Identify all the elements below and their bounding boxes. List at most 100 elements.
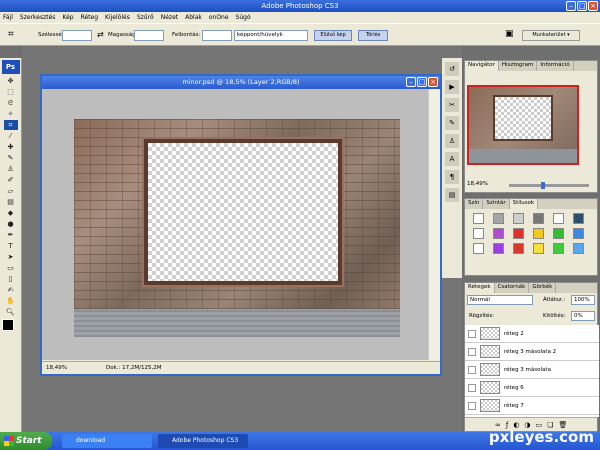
style-swatch[interactable] (573, 243, 584, 254)
dodge-tool-icon[interactable]: ● (4, 219, 18, 229)
style-swatch[interactable] (553, 213, 564, 224)
gradient-tool-icon[interactable]: ▤ (4, 197, 18, 207)
canvas-area[interactable] (42, 89, 428, 360)
navigator-zoom-slider[interactable] (509, 182, 589, 189)
menu-window[interactable]: Ablak (185, 14, 202, 21)
style-swatch[interactable] (493, 243, 504, 254)
brush-tool-icon[interactable]: ✎ (4, 153, 18, 163)
pen-tool-icon[interactable]: ✒ (4, 230, 18, 240)
visibility-icon[interactable] (468, 365, 476, 374)
style-swatch[interactable] (573, 213, 584, 224)
swap-icon[interactable]: ⇄ (97, 30, 104, 39)
tab-histogram[interactable]: Hisztogram (499, 61, 538, 71)
marquee-tool-icon[interactable]: ⬚ (4, 87, 18, 97)
visibility-icon[interactable] (468, 347, 476, 356)
minimize-button[interactable]: – (566, 1, 576, 11)
stamp-tool-icon[interactable]: ♙ (4, 164, 18, 174)
height-field[interactable] (134, 30, 164, 41)
menu-file[interactable]: Fájl (3, 14, 13, 21)
style-swatch[interactable] (533, 213, 544, 224)
vertical-scrollbar[interactable] (428, 89, 440, 360)
style-swatch[interactable] (513, 213, 524, 224)
color-swatches[interactable] (1, 319, 20, 337)
front-image-button[interactable]: Elülső kép (314, 30, 352, 41)
healing-tool-icon[interactable]: ✚ (4, 142, 18, 152)
notes-tool-icon[interactable]: ▯ (4, 274, 18, 284)
menu-layer[interactable]: Réteg (81, 14, 98, 21)
style-swatch[interactable] (533, 228, 544, 239)
tab-color[interactable]: Szín (465, 199, 484, 209)
menu-onone[interactable]: onOne (209, 14, 229, 21)
task-photoshop[interactable]: Adobe Photoshop CS3 (158, 434, 248, 448)
layer-row[interactable]: réteg 6 (465, 379, 599, 397)
layer-comps-icon[interactable]: ▤ (445, 188, 459, 202)
layer-row[interactable]: réteg 2 (465, 325, 599, 343)
style-swatch[interactable] (473, 243, 484, 254)
style-swatch[interactable] (573, 228, 584, 239)
history-icon[interactable]: ↺ (445, 62, 459, 76)
blur-tool-icon[interactable]: ◆ (4, 208, 18, 218)
style-swatch[interactable] (553, 228, 564, 239)
tab-layers[interactable]: Rétegek (465, 283, 495, 293)
menu-image[interactable]: Kép (62, 14, 73, 21)
maximize-button[interactable]: □ (577, 1, 587, 11)
tab-swatches[interactable]: Színtár (483, 199, 510, 209)
visibility-icon[interactable] (468, 329, 476, 338)
lasso-tool-icon[interactable]: ᘓ (4, 98, 18, 108)
close-button[interactable]: × (588, 1, 598, 11)
doc-close-button[interactable]: × (428, 77, 438, 87)
style-swatch[interactable] (493, 213, 504, 224)
navigator-zoom-value[interactable]: 18,49% (467, 181, 488, 187)
zoom-tool-icon[interactable]: 🔍︎ (4, 307, 18, 317)
style-swatch[interactable] (513, 228, 524, 239)
eyedropper-tool-icon[interactable]: ⁄ (4, 131, 18, 141)
tools-presets-icon[interactable]: ✂ (445, 98, 459, 112)
visibility-icon[interactable] (468, 383, 476, 392)
style-swatch[interactable] (533, 243, 544, 254)
brushes-icon[interactable]: ✎ (445, 116, 459, 130)
width-field[interactable] (62, 30, 92, 41)
character-icon[interactable]: A (445, 152, 459, 166)
fill-field[interactable]: 0% (571, 311, 595, 321)
shape-tool-icon[interactable]: ▭ (4, 263, 18, 273)
tab-navigator[interactable]: Navigátor (465, 61, 499, 71)
history-brush-icon[interactable]: ✐ (4, 175, 18, 185)
menu-view[interactable]: Nézet (161, 14, 178, 21)
tab-paths[interactable]: Görbék (529, 283, 557, 293)
clone-source-icon[interactable]: ♙ (445, 134, 459, 148)
style-swatch[interactable] (513, 243, 524, 254)
style-swatch[interactable] (553, 243, 564, 254)
clear-button[interactable]: Törlés (358, 30, 388, 41)
eraser-tool-icon[interactable]: ▱ (4, 186, 18, 196)
layer-row[interactable]: réteg 3 másolata 2 (465, 343, 599, 361)
resolution-field[interactable] (202, 30, 232, 41)
layer-row[interactable]: réteg 3 másolata (465, 361, 599, 379)
blend-mode-select[interactable]: Normál (467, 295, 533, 305)
tab-channels[interactable]: Csatornák (495, 283, 530, 293)
navigator-thumbnail[interactable] (467, 85, 579, 165)
move-tool-icon[interactable]: ✥ (4, 76, 18, 86)
paragraph-icon[interactable]: ¶ (445, 170, 459, 184)
actions-icon[interactable]: ▶ (445, 80, 459, 94)
crop-tool-icon[interactable]: ⌗ (3, 120, 18, 130)
foreground-color[interactable] (1, 319, 14, 331)
hand-tool-icon[interactable]: ✋ (4, 296, 18, 306)
menu-help[interactable]: Súgó (236, 14, 251, 21)
style-swatch[interactable] (473, 213, 484, 224)
menu-edit[interactable]: Szerkesztés (20, 14, 56, 21)
layer-row[interactable]: réteg 7 (465, 397, 599, 415)
menu-filter[interactable]: Szűrő (137, 14, 154, 21)
menu-select[interactable]: Kijelölés (105, 14, 130, 21)
zoom-slider-knob[interactable] (541, 182, 545, 189)
task-download[interactable]: download (62, 434, 152, 448)
path-selection-icon[interactable]: ➤ (4, 252, 18, 262)
start-button[interactable]: Start (0, 432, 52, 450)
workspace-button[interactable]: Munkaterület ▾ (522, 30, 580, 41)
tab-styles[interactable]: Stílusok (509, 199, 539, 209)
visibility-icon[interactable] (468, 401, 476, 410)
doc-minimize-button[interactable]: – (406, 77, 416, 87)
style-swatch[interactable] (493, 228, 504, 239)
tab-info[interactable]: Információ (537, 61, 574, 71)
zoom-readout[interactable]: 18,49% (46, 362, 67, 374)
crop-tool-icon[interactable]: ⌗ (8, 29, 14, 40)
